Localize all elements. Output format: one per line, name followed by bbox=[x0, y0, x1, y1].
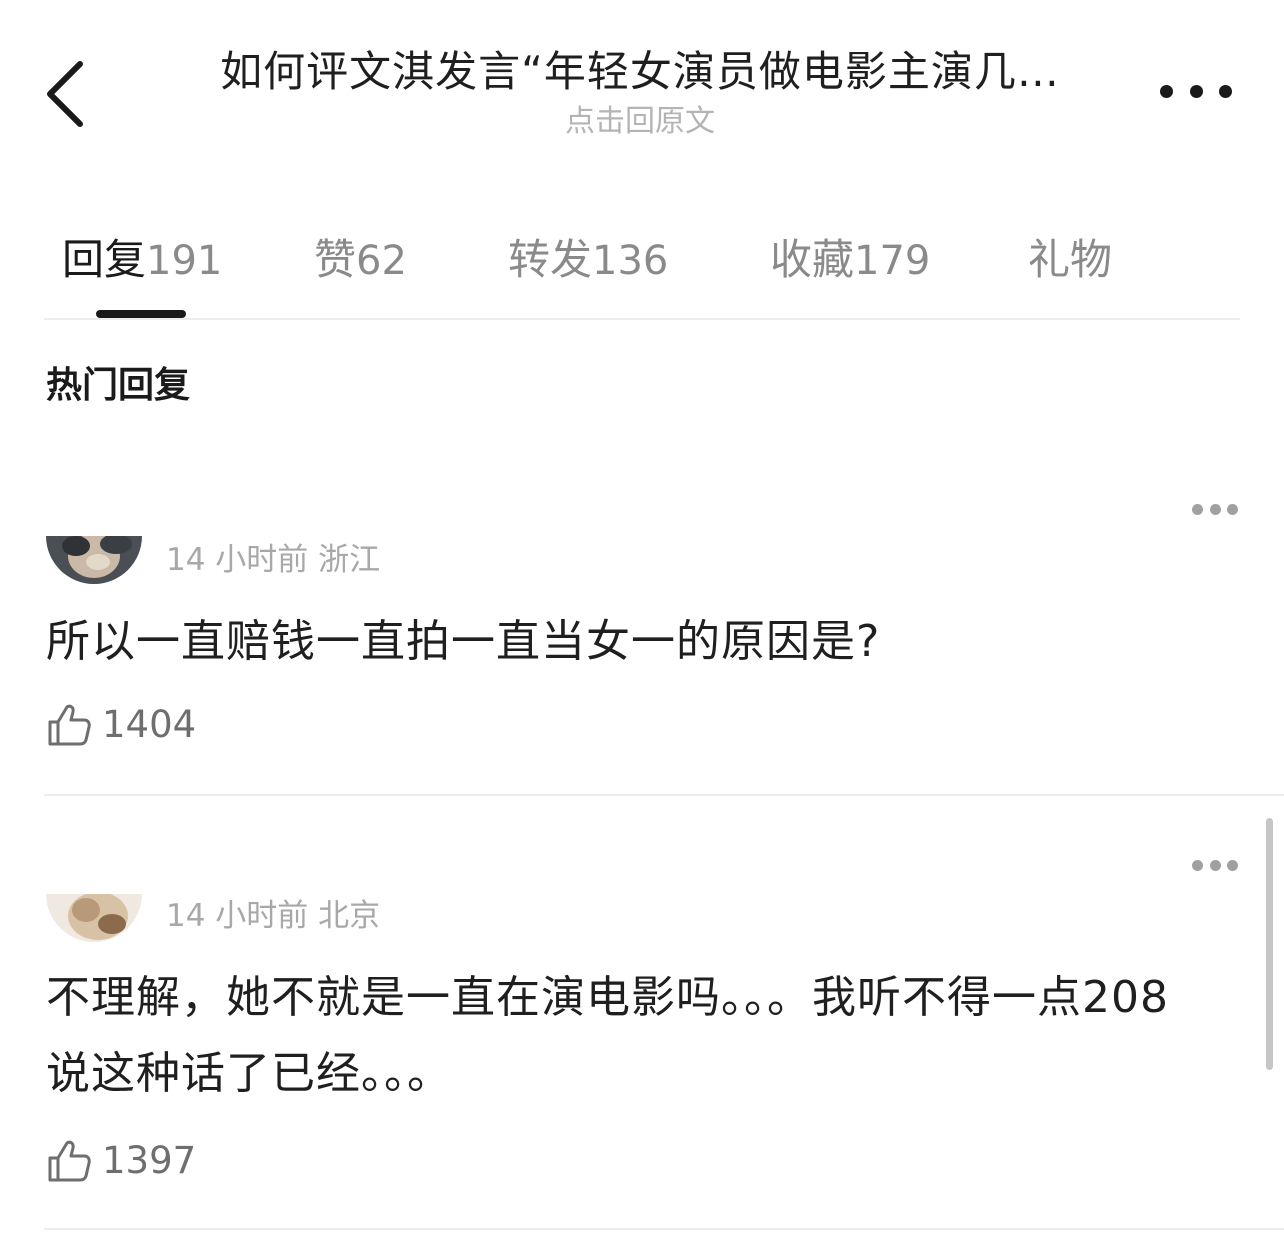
comment-time: 14 小时前 bbox=[166, 898, 309, 934]
comment-location: 北京 bbox=[318, 898, 381, 934]
more-dot-icon bbox=[1189, 84, 1203, 98]
comment-text: 不理解，她不就是一直在演电影吗。。。我听不得一点208说这种话了已经。。。 bbox=[46, 972, 1169, 1099]
comment-location: 浙江 bbox=[318, 542, 381, 578]
avatar[interactable] bbox=[46, 536, 142, 584]
tabs-divider bbox=[44, 318, 1240, 320]
more-dot-icon bbox=[1192, 859, 1203, 871]
more-options-button[interactable] bbox=[1160, 76, 1232, 106]
tab-count: 136 bbox=[592, 238, 669, 284]
more-dot-icon bbox=[1209, 859, 1221, 871]
chevron-left-icon bbox=[47, 61, 83, 127]
avatar-image bbox=[46, 536, 142, 584]
comment-divider bbox=[44, 1228, 1284, 1230]
tab-count: 191 bbox=[146, 238, 223, 284]
tab-favorites[interactable]: 收藏179 bbox=[770, 230, 930, 291]
tab-label: 转发 bbox=[508, 235, 593, 284]
like-count: 1397 bbox=[102, 1139, 197, 1182]
like-count: 1404 bbox=[102, 703, 197, 746]
comment-text: 所以一直赔钱一直拍一直当女一的原因是? bbox=[46, 616, 881, 667]
tab-label: 收藏 bbox=[770, 235, 855, 284]
tab-replies[interactable]: 回复191 bbox=[62, 230, 222, 291]
tab-gifts[interactable]: 礼物 bbox=[1028, 230, 1112, 290]
avatar-image bbox=[46, 894, 142, 942]
active-tab-indicator bbox=[96, 310, 186, 318]
tab-bar: 回复191 赞62 转发136 收藏179 礼物 bbox=[0, 212, 1284, 322]
title-block: 如何评文淇发言“年轻女演员做电影主演几… 点击回原文 bbox=[180, 44, 1100, 142]
more-dot-icon bbox=[1227, 503, 1238, 515]
comment-time: 14 小时前 bbox=[166, 542, 309, 578]
comment-more-button[interactable] bbox=[1192, 858, 1238, 872]
more-dot-icon bbox=[1219, 84, 1232, 98]
scrollbar[interactable] bbox=[1266, 818, 1273, 1070]
avatar[interactable] bbox=[46, 894, 142, 942]
comment-divider bbox=[44, 794, 1284, 796]
comment-meta: 14 小时前 北京 bbox=[166, 896, 380, 936]
section-title-hot-replies: 热门回复 bbox=[46, 365, 191, 406]
more-dot-icon bbox=[1160, 84, 1173, 98]
more-dot-icon bbox=[1192, 503, 1203, 515]
thumbs-up-icon bbox=[48, 704, 91, 746]
tab-label: 回复 bbox=[62, 235, 147, 284]
more-dot-icon bbox=[1227, 859, 1238, 871]
tab-count: 62 bbox=[356, 238, 407, 284]
back-to-original-link[interactable]: 点击回原文 bbox=[565, 102, 715, 142]
top-nav-bar: 如何评文淇发言“年轻女演员做电影主演几… 点击回原文 bbox=[0, 0, 1284, 170]
tab-label: 礼物 bbox=[1028, 235, 1113, 284]
back-button[interactable] bbox=[36, 48, 106, 138]
like-button[interactable]: 1404 bbox=[46, 700, 196, 750]
tab-reposts[interactable]: 转发136 bbox=[508, 230, 668, 291]
tab-label: 赞 bbox=[314, 235, 357, 284]
thumbs-up-icon bbox=[48, 1140, 91, 1182]
more-dot-icon bbox=[1209, 503, 1221, 515]
tab-count: 179 bbox=[854, 238, 931, 284]
like-button[interactable]: 1397 bbox=[46, 1136, 196, 1186]
comment-meta: 14 小时前 浙江 bbox=[166, 540, 380, 580]
tab-likes[interactable]: 赞62 bbox=[314, 230, 407, 291]
comment-more-button[interactable] bbox=[1192, 502, 1238, 516]
page-title: 如何评文淇发言“年轻女演员做电影主演几… bbox=[220, 47, 1060, 96]
